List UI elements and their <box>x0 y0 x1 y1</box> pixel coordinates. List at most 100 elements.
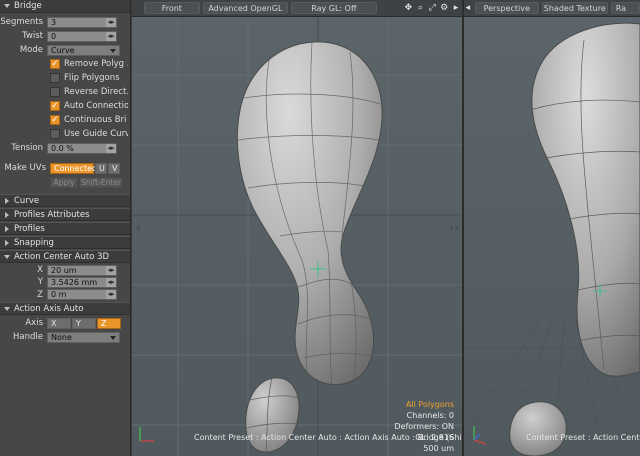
front-viewport-toolbar: Front Advanced OpenGL Ray GL: Off ✥ ⌕ ⤢ … <box>132 0 462 17</box>
ray-gl-button[interactable]: Ra <box>610 2 640 14</box>
checkbox-icon[interactable] <box>50 87 60 97</box>
handle-row: Handle None <box>0 330 130 344</box>
status-bar-front: Content Preset : Action Center Auto : Ac… <box>194 433 462 442</box>
section-curve[interactable]: Curve <box>0 194 130 207</box>
chevron-down-icon <box>4 4 10 8</box>
checkbox-icon[interactable] <box>50 73 60 83</box>
axis-plus-x-label: +X <box>448 224 459 232</box>
shading-mode-button[interactable]: Shaded Texture <box>541 2 608 14</box>
section-action-center[interactable]: Action Center Auto 3D <box>0 250 130 263</box>
view-type-button[interactable]: Front <box>144 2 200 14</box>
axis-row: Axis X Y Z <box>0 316 130 330</box>
maximize-icon[interactable]: ⤢ <box>426 3 438 13</box>
perspective-viewport-canvas[interactable] <box>464 0 640 456</box>
hud-deformers: Deformers: ON <box>394 422 454 431</box>
hud-units: 500 um <box>423 444 454 453</box>
ray-gl-button[interactable]: Ray GL: Off <box>291 2 377 14</box>
bridged-mesh[interactable] <box>236 41 383 386</box>
mode-dropdown[interactable]: Curve <box>47 44 120 56</box>
stepper-icon[interactable]: ◂▸ <box>106 265 116 275</box>
shading-mode-button[interactable]: Advanced OpenGL <box>202 2 289 14</box>
stepper-icon[interactable]: ◂▸ <box>106 17 116 27</box>
perspective-viewport-toolbar: ◂ Perspective Shaded Texture Ra <box>464 0 640 17</box>
uv-u-button[interactable]: U <box>95 162 107 174</box>
axis-x-button[interactable]: X <box>47 317 71 329</box>
handle-dropdown[interactable]: None <box>47 331 120 343</box>
section-action-axis[interactable]: Action Axis Auto <box>0 302 130 315</box>
move-view-icon[interactable]: ✥ <box>402 3 414 13</box>
make-uvs-row: Make UVs Connected U V <box>0 161 130 175</box>
action-center-z-input[interactable]: 0 m ◂▸ <box>47 289 117 300</box>
action-center-y-input[interactable]: 3.5426 mm ◂▸ <box>47 276 117 288</box>
section-bridge[interactable]: Bridge <box>0 0 130 13</box>
continuous-bridge-checkbox[interactable]: ✓ Continuous Bri ... <box>0 113 130 127</box>
tension-input[interactable]: 0.0 % ◂▸ <box>47 142 117 154</box>
perspective-viewport[interactable]: ◂ Perspective Shaded Texture Ra Content … <box>464 0 640 456</box>
segments-row: Segments 3 ◂▸ <box>0 15 130 29</box>
uv-connected-button[interactable]: Connected <box>50 162 97 174</box>
chevron-right-icon[interactable]: ▸ <box>450 3 462 13</box>
status-bar-perspective: Content Preset : Action Cente <box>526 433 640 442</box>
zoom-icon[interactable]: ⌕ <box>414 3 426 13</box>
chevron-right-icon <box>5 211 9 218</box>
axis-label: Axis <box>25 318 43 328</box>
stepper-icon[interactable]: ◂▸ <box>106 290 116 299</box>
stepper-icon[interactable]: ◂▸ <box>106 277 116 287</box>
perspective-small-mesh[interactable] <box>509 401 567 456</box>
gear-icon[interactable]: ⚙ <box>438 3 450 13</box>
axis-minus-x-label: -X <box>134 224 141 232</box>
action-center-z-row: Z 0 m ◂▸ <box>0 289 130 300</box>
action-center-y-row: Y 3.5426 mm ◂▸ <box>0 275 130 289</box>
chevron-down-icon <box>110 48 116 53</box>
chevron-down-icon <box>110 335 116 340</box>
twist-input[interactable]: 0 ◂▸ <box>47 30 117 42</box>
segments-input[interactable]: 3 ◂▸ <box>47 16 117 28</box>
axis-y-button[interactable]: Y <box>72 317 96 329</box>
axis-gizmo-icon <box>473 426 487 445</box>
chevron-down-icon <box>4 306 10 311</box>
chevron-left-icon[interactable]: ◂ <box>464 3 472 13</box>
tension-row: Tension 0.0 % ◂▸ <box>0 141 130 155</box>
front-viewport[interactable]: -X +X Front Advanced OpenGL Ray GL: Off … <box>132 0 462 456</box>
mode-label: Mode <box>19 45 43 55</box>
twist-label: Twist <box>22 31 43 41</box>
section-snapping[interactable]: Snapping <box>0 236 130 249</box>
axis-z-button[interactable]: Z <box>97 317 121 329</box>
action-center-x-input[interactable]: 20 um ◂▸ <box>47 264 117 276</box>
uv-v-button[interactable]: V <box>108 162 120 174</box>
tension-label: Tension <box>11 143 43 153</box>
hud-selection: All Polygons <box>405 400 454 409</box>
shift-enter-button[interactable]: Shift-Enter <box>79 176 123 188</box>
use-guide-curve-checkbox[interactable]: Use Guide Curve <box>0 127 130 141</box>
stepper-icon[interactable]: ◂▸ <box>106 31 116 41</box>
checkmark-icon[interactable]: ✓ <box>50 59 60 69</box>
front-viewport-canvas[interactable] <box>132 0 462 456</box>
view-type-button[interactable]: Perspective <box>474 2 539 14</box>
action-center-x-row: X 20 um ◂▸ <box>0 264 130 276</box>
stepper-icon[interactable]: ◂▸ <box>106 143 116 153</box>
tool-properties-panel: Bridge Segments 3 ◂▸ Twist 0 ◂▸ Mode Cur… <box>0 0 131 456</box>
axis-gizmo-icon <box>139 427 154 442</box>
flip-polygons-checkbox[interactable]: Flip Polygons <box>0 71 130 85</box>
checkmark-icon[interactable]: ✓ <box>50 115 60 125</box>
z-label: Z <box>37 289 43 300</box>
perspective-mesh[interactable] <box>531 22 640 377</box>
twist-row: Twist 0 ◂▸ <box>0 29 130 43</box>
section-profiles[interactable]: Profiles <box>0 222 130 235</box>
chevron-right-icon <box>5 225 9 232</box>
reverse-direction-checkbox[interactable]: Reverse Direct... <box>0 85 130 99</box>
x-label: X <box>37 265 43 275</box>
remove-polygons-checkbox[interactable]: ✓ Remove Polyg ... <box>0 57 130 71</box>
section-profiles-attributes[interactable]: Profiles Attributes <box>0 208 130 221</box>
auto-connection-checkbox[interactable]: ✓ Auto Connection <box>0 99 130 113</box>
hud-channels: Channels: 0 <box>406 411 454 420</box>
make-uvs-label: Make UVs <box>4 163 46 173</box>
chevron-right-icon <box>5 239 9 246</box>
mode-row: Mode Curve <box>0 43 130 57</box>
chevron-right-icon <box>5 197 9 204</box>
checkbox-icon[interactable] <box>50 129 60 139</box>
handle-label: Handle <box>13 332 43 342</box>
checkmark-icon[interactable]: ✓ <box>50 101 60 111</box>
apply-button[interactable]: Apply <box>50 176 78 188</box>
segments-label: Segments <box>0 17 43 27</box>
